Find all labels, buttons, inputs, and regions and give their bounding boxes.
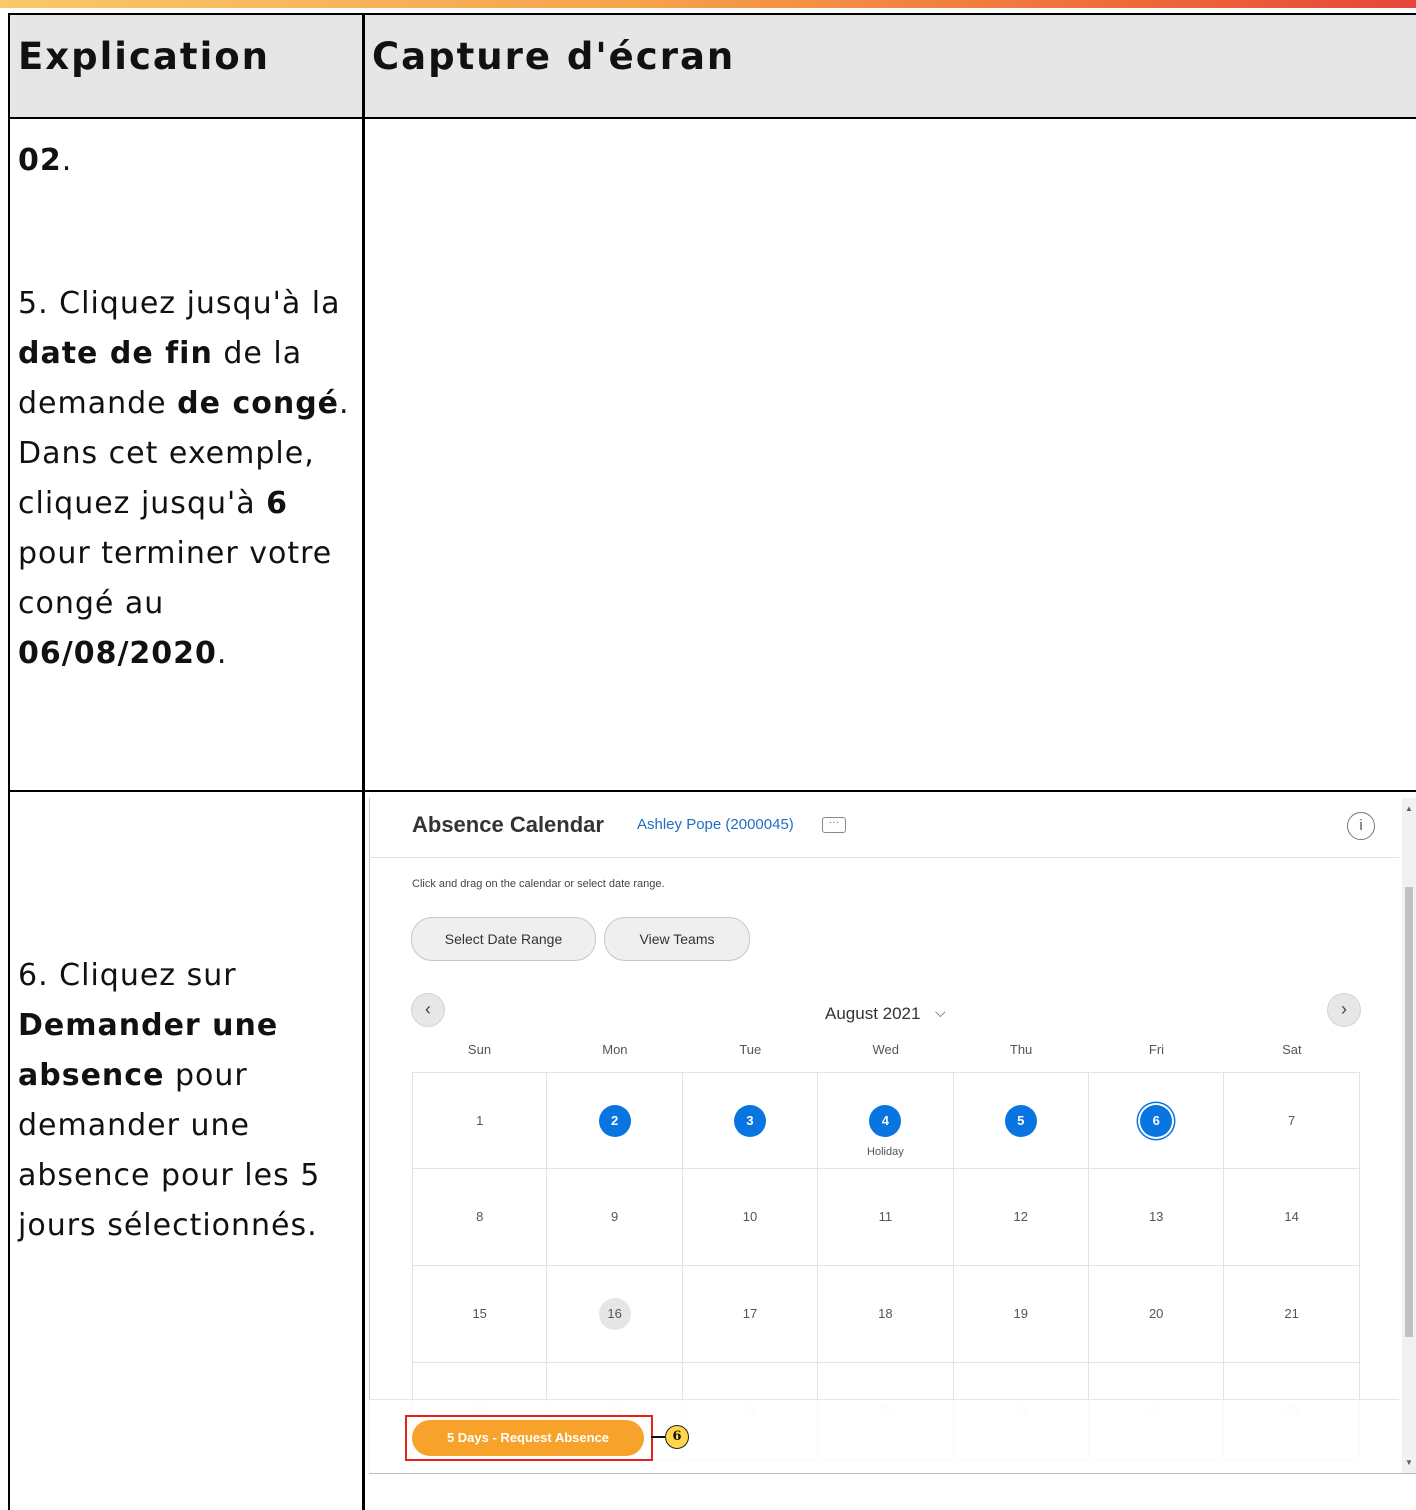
header-explanation: Explication [18, 35, 271, 78]
calendar-day-number[interactable]: 21 [1276, 1298, 1308, 1330]
calendar-day-cell[interactable]: 13 [1089, 1169, 1225, 1266]
weekday-mon: Mon [602, 1042, 628, 1057]
calendar-day-cell[interactable]: 10 [682, 1169, 819, 1266]
previous-month-icon[interactable]: ‹ [411, 993, 445, 1027]
table-border-row [8, 790, 1416, 792]
row2-step-text: 6. Cliquez sur Demander une absence pour… [18, 958, 321, 1243]
weekday-sat: Sat [1282, 1042, 1302, 1057]
calendar-day-number[interactable]: 17 [734, 1298, 766, 1330]
screenshot-bottom-edge [369, 1473, 1416, 1474]
calendar-day-number[interactable]: 19 [1005, 1298, 1037, 1330]
calendar-day-number[interactable]: 5 [1004, 1105, 1037, 1137]
calendar-day-number[interactable]: 7 [1276, 1105, 1308, 1137]
table-border-header [8, 117, 1416, 119]
weekday-wed: Wed [872, 1042, 899, 1057]
calendar-day-cell[interactable]: 9 [547, 1169, 683, 1266]
calendar-day-number[interactable]: 20 [1140, 1298, 1172, 1330]
holiday-label: Holiday [867, 1146, 904, 1158]
callout-connector [651, 1436, 665, 1438]
weekday-fri: Fri [1148, 1042, 1165, 1057]
calendar-day-number[interactable]: 1 [464, 1105, 496, 1137]
calendar-day-cell[interactable]: 6 [1089, 1072, 1225, 1169]
calendar-day-cell[interactable]: 11 [818, 1169, 954, 1266]
info-icon[interactable]: i [1347, 812, 1375, 840]
calendar-day-number[interactable]: 8 [464, 1201, 496, 1233]
calendar-day-cell[interactable]: 5 [953, 1072, 1089, 1169]
page-title: Absence Calendar [412, 812, 604, 837]
calendar-day-cell[interactable]: 17 [682, 1266, 819, 1363]
view-teams-button[interactable]: View Teams [604, 917, 750, 961]
weekday-tue: Tue [739, 1042, 762, 1057]
header-divider [369, 857, 1399, 858]
instruction-text: Click and drag on the calendar or select… [412, 878, 665, 890]
header-screenshot: Capture d'écran [372, 35, 736, 78]
scroll-up-icon[interactable]: ▲ [1405, 804, 1413, 813]
calendar-day-cell[interactable]: 3 [682, 1072, 819, 1169]
calendar-day-cell[interactable]: 7 [1224, 1072, 1360, 1169]
calendar-day-number[interactable]: 15 [464, 1298, 496, 1330]
row1-explanation: 02. [18, 143, 73, 178]
calendar-day-cell[interactable]: 8 [412, 1169, 548, 1266]
table-border-top [8, 13, 1416, 15]
row1-step-text: 5. Cliquez jusqu'à la date de fin de la … [18, 286, 350, 671]
calendar-day-cell[interactable]: 19 [953, 1266, 1089, 1363]
scroll-down-icon[interactable]: ▼ [1405, 1458, 1413, 1467]
table-border-middle [362, 13, 365, 1510]
weekday-thu: Thu [1009, 1042, 1033, 1057]
calendar-day-cell[interactable]: 1 [412, 1072, 548, 1169]
calendar-day-cell[interactable]: 2 [547, 1072, 683, 1169]
calendar-day-number[interactable]: 12 [1005, 1201, 1037, 1233]
calendar-day-number[interactable]: 18 [869, 1298, 901, 1330]
screenshot-edge [369, 798, 370, 1474]
weekday-sun: Sun [467, 1042, 492, 1057]
calendar-day-number[interactable]: 9 [599, 1201, 631, 1233]
month-selector[interactable]: August 2021 [825, 1004, 920, 1024]
calendar-day-cell[interactable]: 14 [1224, 1169, 1360, 1266]
step-prefix: 02 [18, 143, 62, 178]
next-month-icon[interactable]: › [1327, 993, 1361, 1027]
calendar-day-number[interactable]: 14 [1276, 1201, 1308, 1233]
calendar-day-number[interactable]: 16 [598, 1298, 631, 1330]
calendar-day-cell[interactable]: 12 [953, 1169, 1089, 1266]
calendar-day-cell[interactable]: 20 [1089, 1266, 1225, 1363]
calendar-day-cell[interactable]: 18 [818, 1266, 954, 1363]
calendar-day-cell[interactable]: 16 [547, 1266, 683, 1363]
calendar-day-number[interactable]: 11 [869, 1201, 901, 1233]
top-gradient-stripe [0, 0, 1416, 8]
select-date-range-button[interactable]: Select Date Range [411, 917, 596, 961]
table-header-row: Explication Capture d'écran [10, 15, 1416, 117]
calendar-day-cell[interactable]: 21 [1224, 1266, 1360, 1363]
more-actions-icon[interactable]: ··· [822, 817, 846, 833]
chevron-down-icon[interactable]: ⌵ [935, 1004, 946, 1021]
table-border-left [8, 13, 10, 1510]
calendar-day-number[interactable]: 2 [598, 1105, 631, 1137]
scrollbar-thumb[interactable] [1405, 887, 1413, 1337]
highlight-box [405, 1415, 653, 1461]
worker-link[interactable]: Ashley Pope (2000045) [637, 816, 794, 833]
calendar-day-cell[interactable]: 15 [412, 1266, 548, 1363]
calendar-day-cell[interactable]: 4 Holiday [818, 1072, 954, 1169]
step-callout-badge: 6 [665, 1425, 689, 1449]
calendar-day-number[interactable]: 6 [1140, 1105, 1173, 1137]
calendar-day-number[interactable]: 4 [869, 1105, 902, 1137]
calendar-day-number[interactable]: 10 [734, 1201, 766, 1233]
calendar-day-number[interactable]: 13 [1140, 1201, 1172, 1233]
calendar-day-number[interactable]: 3 [733, 1105, 766, 1137]
absence-calendar-screenshot: Absence Calendar Ashley Pope (2000045) ·… [369, 798, 1416, 1475]
